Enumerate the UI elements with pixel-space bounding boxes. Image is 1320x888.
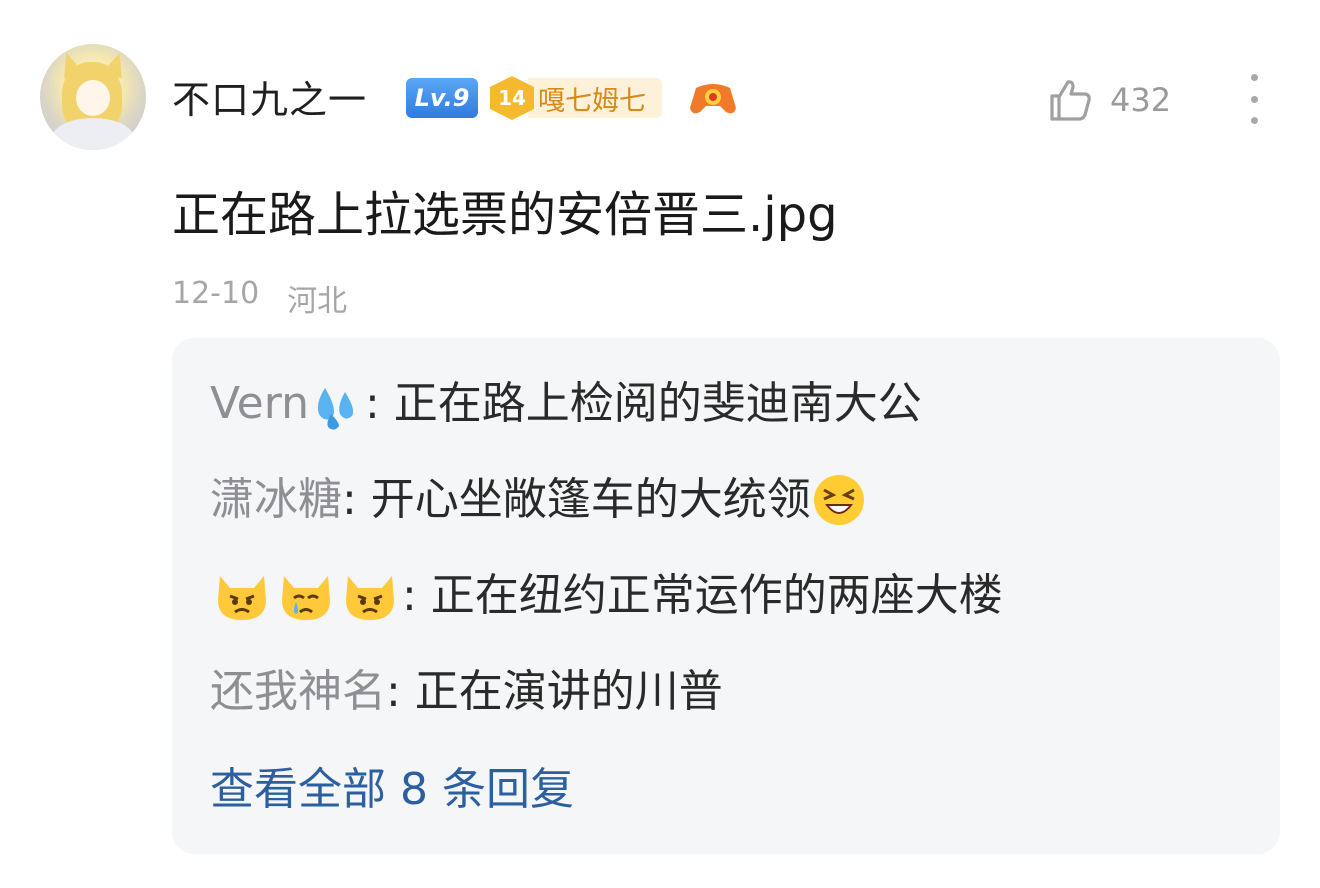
more-options-icon[interactable] xyxy=(1240,74,1268,124)
post-location: 河北 xyxy=(287,284,348,319)
more-dot xyxy=(1250,74,1258,81)
reply-item[interactable]: : 正在纽约正常运作的两座大楼 xyxy=(210,568,1003,624)
reply-username[interactable]: 还我神名 xyxy=(210,664,386,720)
reply-username[interactable]: 潇冰糖 xyxy=(210,472,342,528)
avatar-face xyxy=(76,80,110,116)
crying-cat-icon xyxy=(282,576,330,620)
pouting-cat-icon xyxy=(346,576,394,620)
author-name[interactable]: 不口九之一 xyxy=(172,76,367,124)
avatar[interactable] xyxy=(40,44,146,150)
pouting-cat-icon xyxy=(218,576,266,620)
game-controller-icon xyxy=(690,84,736,114)
level-badge[interactable]: Lv.9 xyxy=(406,78,478,118)
fan-badge-name: 嘎七姆七 xyxy=(528,78,662,118)
post-content: 正在路上拉选票的安倍晋三.jpg xyxy=(172,187,838,243)
reply-item[interactable]: 潇冰糖 : 开心坐敞篷车的大统领 xyxy=(210,472,867,528)
reply-text: : 正在路上检阅的斐迪南大公 xyxy=(364,378,922,429)
reply-text: : 正在演讲的川普 xyxy=(386,666,723,717)
like-count: 432 xyxy=(1110,81,1172,119)
post-meta: 12-10 河北 xyxy=(172,276,347,320)
reply-text: : 正在纽约正常运作的两座大楼 xyxy=(402,570,1003,621)
reply-username: Vern xyxy=(210,378,309,429)
sweat-droplets-icon xyxy=(317,388,354,430)
reply-text: : 开心坐敞篷车的大统领 xyxy=(342,474,811,525)
reply-item[interactable]: Vern : 正在路上检阅的斐迪南大公 xyxy=(210,376,922,432)
reply-item[interactable]: 还我神名 : 正在演讲的川普 xyxy=(210,664,723,720)
replies-panel[interactable]: Vern : 正在路上检阅的斐迪南大公 潇冰糖 : 开心坐敞篷车的大统领: 正… xyxy=(172,338,1280,854)
reply-user[interactable]: Vern xyxy=(210,376,365,432)
thumbs-up-icon xyxy=(1050,80,1091,121)
reply-user[interactable] xyxy=(210,568,402,624)
fan-badge[interactable]: 14 嘎七姆七 xyxy=(490,76,662,120)
post-date: 12-10 xyxy=(172,276,260,311)
avatar-robe xyxy=(52,118,134,150)
like-button[interactable]: 432 xyxy=(1046,76,1171,124)
more-dot xyxy=(1250,95,1258,103)
more-dot xyxy=(1250,117,1258,124)
grinning-squinting-face-icon xyxy=(813,475,864,525)
view-all-replies-link[interactable]: 查看全部 8 条回复 xyxy=(210,762,574,818)
